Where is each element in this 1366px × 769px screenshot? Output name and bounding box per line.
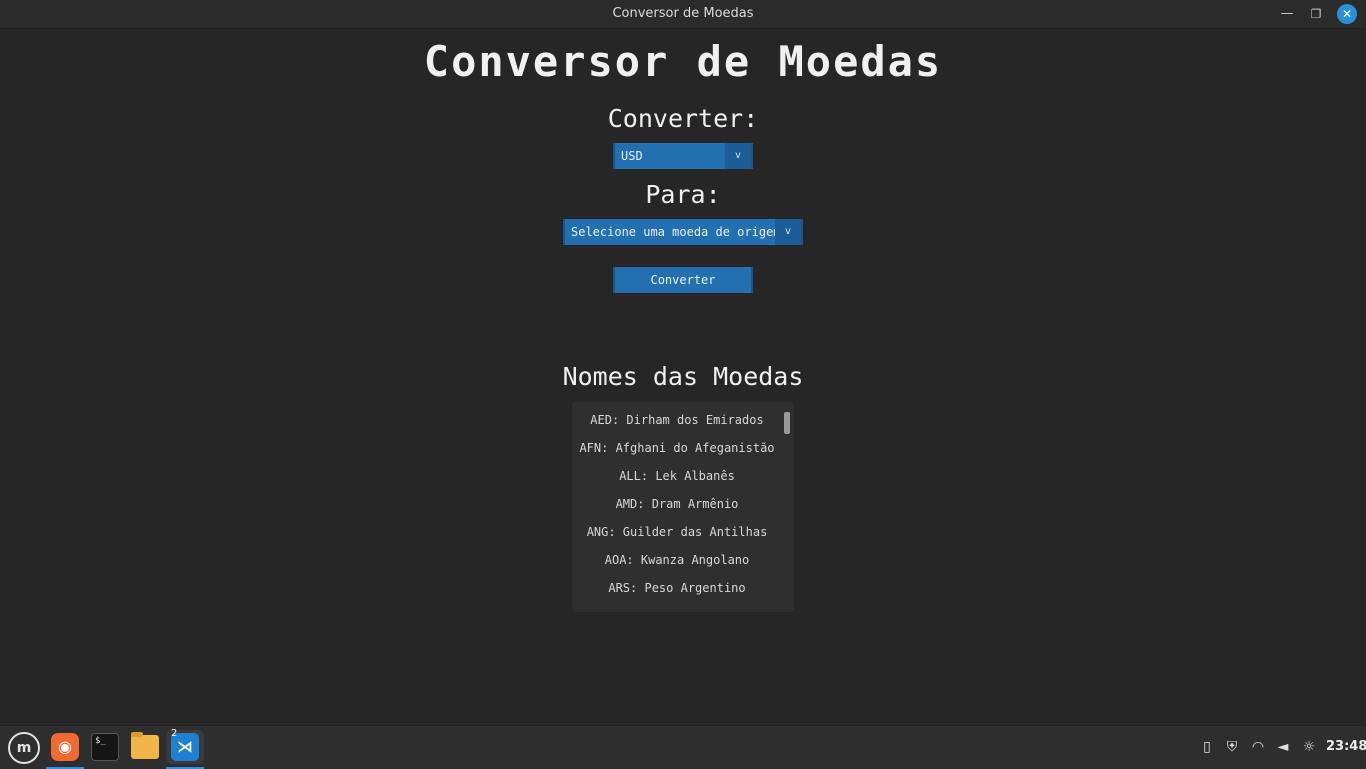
from-currency-select[interactable]: USD v (613, 143, 753, 169)
chevron-down-icon[interactable]: v (775, 219, 801, 245)
list-item: AFN: Afghani do Afeganistão (579, 441, 775, 455)
terminal-icon: $_ (91, 733, 119, 761)
shield-icon[interactable]: ⛨ (1223, 738, 1241, 756)
taskbar: m ◉ $_ ⋊ 2 ▯ ⛨ ◠ ◄ ☼ 23:48 (0, 725, 1366, 769)
clock[interactable]: 23:48 (1326, 739, 1366, 754)
volume-icon[interactable]: ◄ (1274, 738, 1292, 756)
window-title: Conversor de Moedas (612, 6, 754, 21)
brightness-icon[interactable]: ☼ (1300, 738, 1318, 756)
convert-to-label: Para: (645, 180, 721, 209)
window-titlebar: Conversor de Moedas — ❐ ✕ (0, 0, 1366, 29)
from-currency-value: USD (621, 149, 643, 163)
to-currency-value: Selecione uma moeda de origem (571, 225, 781, 239)
page-title: Conversor de Moedas (423, 37, 943, 86)
firefox-icon: ◉ (51, 733, 79, 761)
minimize-button[interactable]: — (1277, 4, 1297, 24)
files-launcher[interactable] (128, 730, 162, 764)
terminal-launcher[interactable]: $_ (88, 730, 122, 764)
menu-icon: m (8, 732, 40, 764)
currency-names-list[interactable]: AED: Dirham dos Emirados AFN: Afghani do… (572, 402, 794, 612)
folder-icon (131, 732, 159, 759)
app-content: Conversor de Moedas Converter: USD v Par… (0, 29, 1366, 725)
window-count-badge: 2 (171, 728, 178, 739)
list-item: ARS: Peso Argentino (608, 581, 746, 595)
list-item: AED: Dirham dos Emirados (590, 413, 764, 427)
to-currency-select[interactable]: Selecione uma moeda de origem v (563, 219, 803, 245)
maximize-button[interactable]: ❐ (1306, 4, 1326, 24)
chevron-down-icon[interactable]: v (725, 143, 751, 169)
clipboard-icon[interactable]: ▯ (1198, 738, 1216, 756)
vscode-launcher[interactable]: ⋊ 2 (166, 728, 204, 764)
list-item: ALL: Lek Albanês (619, 469, 735, 483)
list-item: AOA: Kwanza Angolano (604, 553, 750, 567)
convert-button[interactable]: Converter (613, 267, 753, 293)
convert-from-label: Converter: (607, 104, 759, 133)
wifi-icon[interactable]: ◠ (1249, 738, 1267, 756)
currency-names-heading: Nomes das Moedas (562, 362, 804, 391)
close-button[interactable]: ✕ (1337, 4, 1357, 24)
firefox-launcher[interactable]: ◉ (48, 730, 82, 764)
scrollbar-thumb[interactable] (784, 412, 790, 434)
list-item: ANG: Guilder das Antilhas (586, 525, 768, 539)
list-item: AMD: Dram Armênio (615, 497, 739, 511)
start-menu-button[interactable]: m (6, 730, 40, 764)
